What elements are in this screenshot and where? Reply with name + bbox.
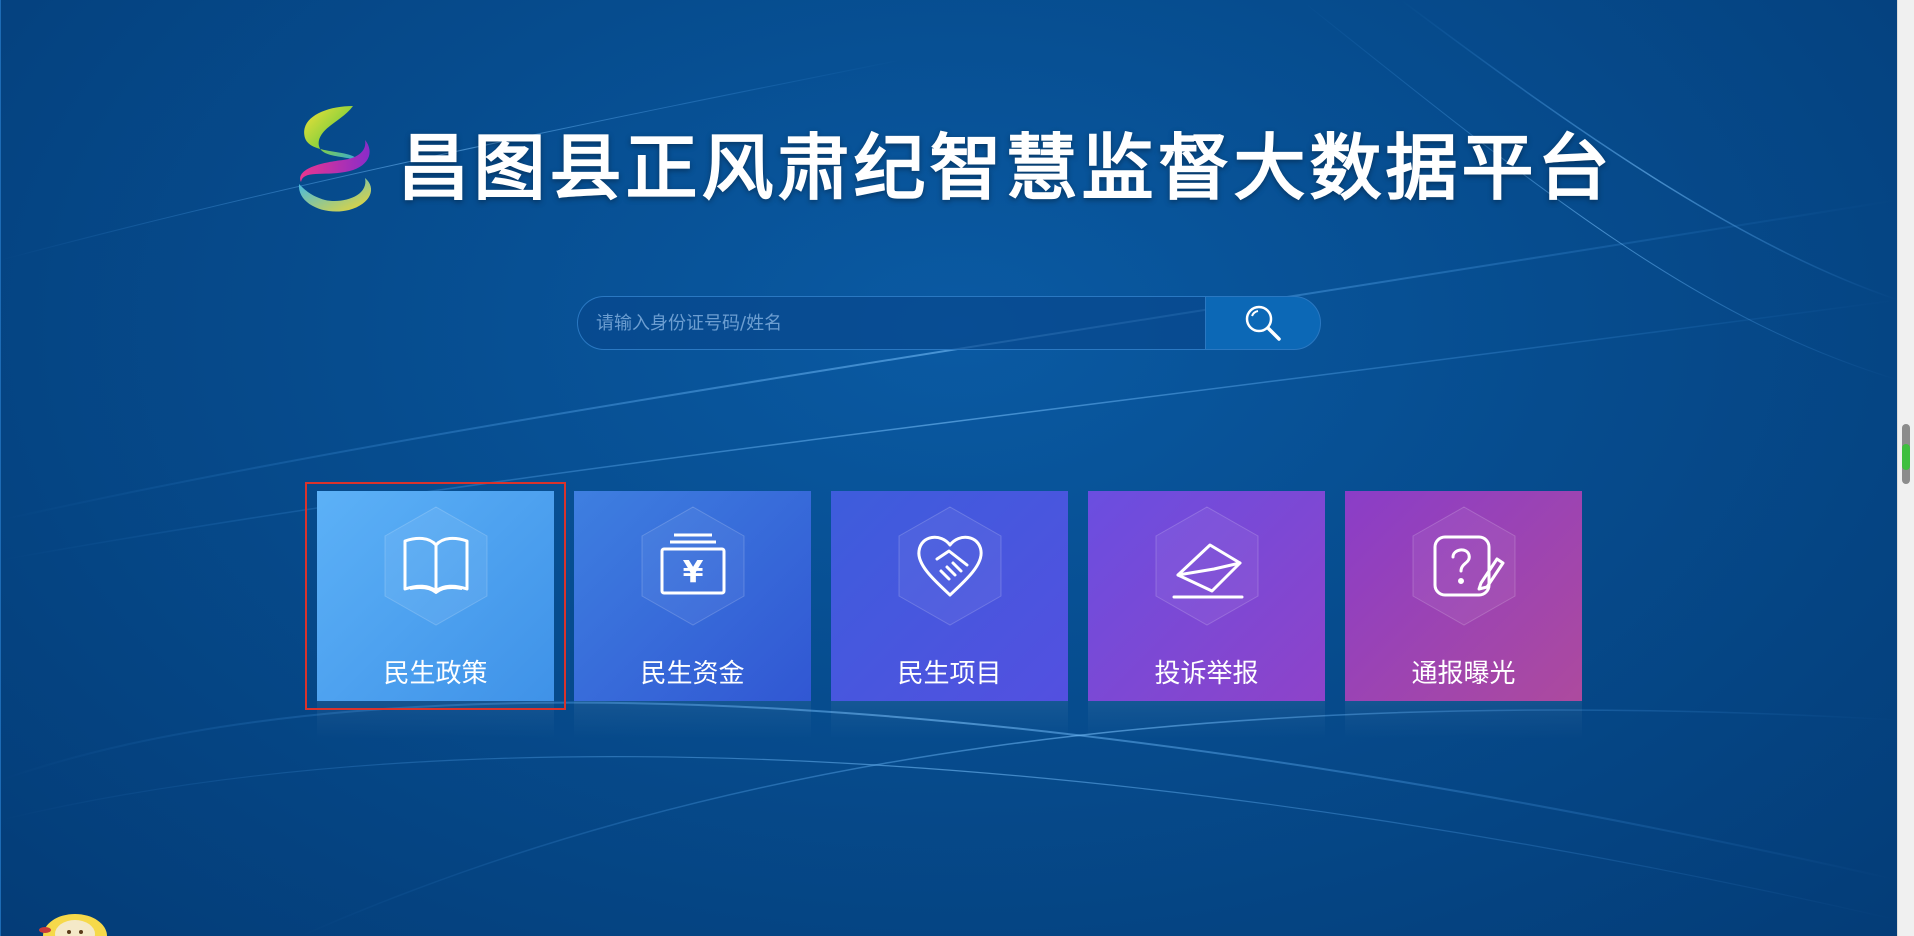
search-input[interactable] xyxy=(577,296,1205,350)
tile-reflection xyxy=(317,701,554,739)
tile-reflection xyxy=(831,701,1068,739)
tile-reflection xyxy=(1088,701,1325,739)
tile-reflection xyxy=(574,701,811,739)
search-button[interactable] xyxy=(1205,296,1321,350)
tile-minsheng-xiangmu[interactable]: 民生项目 xyxy=(831,491,1068,739)
tile-label: 民生政策 xyxy=(383,659,488,689)
page: 昌图县正风肃纪智慧监督大数据平台 民生政策 xyxy=(0,0,1898,936)
tile-label: 民生资金 xyxy=(640,659,745,689)
search-bar xyxy=(577,296,1321,350)
tile-tongbao-baoguang[interactable]: 通报曝光 xyxy=(1345,491,1582,739)
tile-reflection xyxy=(1345,701,1582,739)
tile-minsheng-zijin[interactable]: ¥ 民生资金 xyxy=(574,491,811,739)
hexagon-badge xyxy=(1412,506,1516,626)
header: 昌图县正风肃纪智慧监督大数据平台 xyxy=(1,100,1898,222)
hexagon-badge xyxy=(898,506,1002,626)
tile-minsheng-zhengce[interactable]: 民生政策 xyxy=(317,491,554,739)
mascot-icon xyxy=(39,914,107,936)
hexagon-badge xyxy=(1155,506,1259,626)
hexagon-badge: ¥ xyxy=(641,506,745,626)
vertical-scrollbar[interactable] xyxy=(1897,0,1914,936)
tile-label: 通报曝光 xyxy=(1411,659,1516,689)
page-title: 昌图县正风肃纪智慧监督大数据平台 xyxy=(397,125,1614,210)
hexagon-badge xyxy=(384,506,488,626)
svg-text:¥: ¥ xyxy=(683,555,704,590)
tile-label: 投诉举报 xyxy=(1154,659,1259,689)
s-swirl-logo-icon xyxy=(299,106,372,212)
tile-label: 民生项目 xyxy=(897,659,1002,689)
search-icon xyxy=(1245,305,1281,341)
scrollbar-thumb[interactable] xyxy=(1902,424,1910,484)
tile-tousu-jubao[interactable]: 投诉举报 xyxy=(1088,491,1325,739)
module-tiles: 民生政策 ¥ 民生资金 民生项目 投诉举报 通报曝光 xyxy=(317,491,1582,739)
scrollbar-indicator xyxy=(1902,444,1910,470)
